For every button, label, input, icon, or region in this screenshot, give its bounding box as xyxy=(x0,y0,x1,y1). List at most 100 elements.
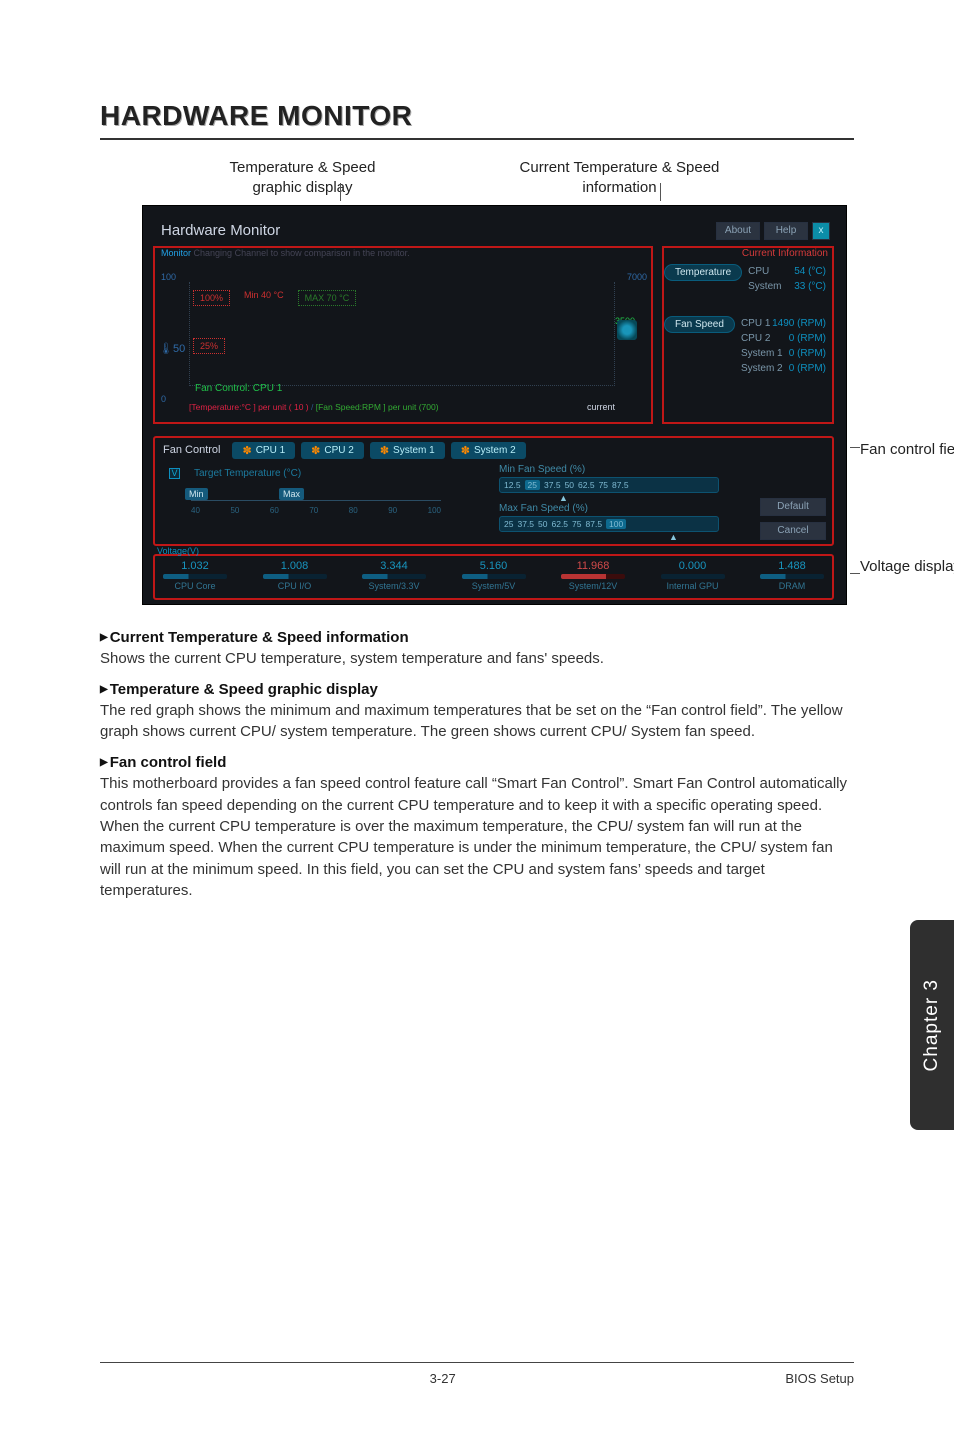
opt[interactable]: 50 xyxy=(538,519,547,529)
opt-selected[interactable]: 25 xyxy=(525,480,540,490)
box-100: 100% xyxy=(193,290,230,306)
footer-red: [Temperature:°C ] per unit ( 10 ) xyxy=(189,402,309,412)
volt-name: DRAM xyxy=(779,581,806,591)
graph-current-label: current xyxy=(587,402,615,412)
close-button[interactable]: x xyxy=(812,222,830,240)
figure-caption-row: Temperature & Speed graphic display Curr… xyxy=(160,158,794,199)
kv-row: System 10 (RPM) xyxy=(741,346,828,361)
pointer-line-right xyxy=(660,183,661,201)
callout-frame-voltage: Voltage(V) 1.032CPU Core 1.008CPU I/O 3.… xyxy=(153,554,834,600)
about-button[interactable]: About xyxy=(716,222,760,240)
opt[interactable]: 12.5 xyxy=(504,480,521,490)
volt-bar xyxy=(462,574,526,579)
section-heading-3: ▶Fan control field xyxy=(100,754,854,771)
kv-val: 33 (°C) xyxy=(794,281,826,292)
opt[interactable]: 75 xyxy=(599,480,608,490)
graph-footer: [Temperature:°C ] per unit ( 10 ) / [Fan… xyxy=(189,402,439,412)
volt-bar xyxy=(263,574,327,579)
volt-num: 1.032 xyxy=(181,560,209,572)
opt[interactable]: 87.5 xyxy=(612,480,629,490)
target-temp-label: Target Temperature (°C) xyxy=(194,468,301,479)
triangle-icon: ▶ xyxy=(100,632,108,643)
volt-bar xyxy=(760,574,824,579)
chapter-tab: Chapter 3 xyxy=(910,920,954,1130)
volt-num: 0.000 xyxy=(679,560,707,572)
slider-max-handle[interactable]: Max xyxy=(279,488,304,500)
kv-val: 0 (RPM) xyxy=(789,363,826,374)
y-left-top: 100 xyxy=(161,272,176,282)
tab-cpu1[interactable]: ✽CPU 1 xyxy=(232,442,295,459)
target-temp-checkbox[interactable]: V xyxy=(169,468,180,479)
fanspeed-pill[interactable]: Fan Speed xyxy=(664,316,735,333)
opt[interactable]: 87.5 xyxy=(586,519,603,529)
tab-system2[interactable]: ✽System 2 xyxy=(451,442,526,459)
window-buttons: About Help x xyxy=(716,222,830,240)
volt-num: 1.488 xyxy=(778,560,806,572)
tick: 80 xyxy=(349,506,358,515)
fan-icon: ✽ xyxy=(461,444,470,457)
kv-row: CPU54 (°C) xyxy=(748,264,828,279)
voltage-col: 3.344 System/3.3V xyxy=(362,560,426,591)
fan-icon: ✽ xyxy=(380,444,389,457)
opt[interactable]: 50 xyxy=(565,480,574,490)
pointer-line-left xyxy=(340,183,341,201)
side-label-voltage: Voltage display xyxy=(860,557,954,577)
section-heading-1: ▶Current Temperature & Speed information xyxy=(100,629,854,646)
footer-page-number: 3-27 xyxy=(430,1371,456,1386)
fan-icon: ✽ xyxy=(242,444,251,457)
volt-num: 3.344 xyxy=(380,560,408,572)
footer-sep: / xyxy=(309,402,316,412)
min-fan-selector[interactable]: 12.5 25 37.5 50 62.5 75 87.5 xyxy=(499,477,719,493)
opt[interactable]: 62.5 xyxy=(578,480,595,490)
target-temp-slider[interactable]: Min Max 40 50 60 70 80 90 100 xyxy=(191,490,441,512)
tick: 40 xyxy=(191,506,200,515)
volt-num: 5.160 xyxy=(480,560,508,572)
footer-green: [Fan Speed:RPM ] per unit (700) xyxy=(316,402,439,412)
tick: 70 xyxy=(309,506,318,515)
hardware-monitor-window: Hardware Monitor About Help x Monitor Ch… xyxy=(142,205,847,605)
volt-bar xyxy=(362,574,426,579)
body-text: ▶Current Temperature & Speed information… xyxy=(100,629,854,902)
y-right-top: 7000 xyxy=(627,272,647,282)
voltage-header: Voltage(V) xyxy=(157,546,199,556)
slider-min-handle[interactable]: Min xyxy=(185,488,208,500)
temperature-pill[interactable]: Temperature xyxy=(664,264,742,281)
side-label-fan: Fan control field xyxy=(860,440,954,460)
section-para-2: The red graph shows the minimum and maxi… xyxy=(100,700,854,743)
opt[interactable]: 37.5 xyxy=(517,519,534,529)
kv-row: System 2 0 (RPM) xyxy=(741,361,828,376)
volt-bar xyxy=(163,574,227,579)
volt-name: CPU I/O xyxy=(278,581,312,591)
window-title: Hardware Monitor xyxy=(161,222,280,239)
fan-icon: ✽ xyxy=(311,444,320,457)
default-button[interactable]: Default xyxy=(760,498,826,516)
min-temp-label: Min 40 °C xyxy=(244,290,284,306)
section-heading-2: ▶Temperature & Speed graphic display xyxy=(100,681,854,698)
volt-num: 11.968 xyxy=(577,560,610,572)
fan-icon xyxy=(617,320,637,340)
opt-selected[interactable]: 100 xyxy=(606,519,626,529)
caption-right: Current Temperature & Speed information xyxy=(514,158,724,199)
volt-name: CPU Core xyxy=(174,581,215,591)
fan-control-label: Fan Control xyxy=(163,444,220,456)
page-title: HARDWARE MONITOR xyxy=(100,100,854,140)
opt[interactable]: 75 xyxy=(572,519,581,529)
max-fan-selector[interactable]: 25 37.5 50 62.5 75 87.5 100 xyxy=(499,516,719,532)
kv-key: System 2 xyxy=(741,363,783,374)
heading-text: Temperature & Speed graphic display xyxy=(110,681,378,698)
opt[interactable]: 62.5 xyxy=(551,519,568,529)
tab-cpu2[interactable]: ✽CPU 2 xyxy=(301,442,364,459)
section-para-3: This motherboard provides a fan speed co… xyxy=(100,773,854,901)
info-fanspeed: Fan Speed CPU 11490 (RPM) CPU 20 (RPM) S… xyxy=(664,316,828,376)
help-button[interactable]: Help xyxy=(764,222,808,240)
voltage-col: 1.488 DRAM xyxy=(760,560,824,591)
slider-track xyxy=(191,500,441,501)
heading-text: Fan control field xyxy=(110,754,227,771)
opt[interactable]: 25 xyxy=(504,519,513,529)
tab-label: System 1 xyxy=(393,445,435,456)
tab-system1[interactable]: ✽ System 1 xyxy=(370,442,445,459)
cancel-button[interactable]: Cancel xyxy=(760,522,826,540)
volt-name: System/3.3V xyxy=(368,581,419,591)
opt[interactable]: 37.5 xyxy=(544,480,561,490)
thermometer-icon: 🌡 xyxy=(159,343,173,355)
